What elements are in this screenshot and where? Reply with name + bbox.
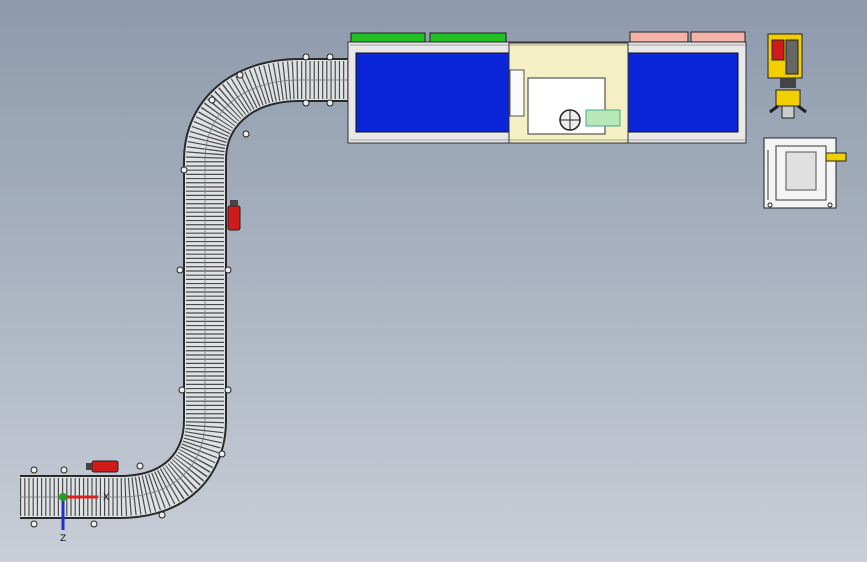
- green-tag: [429, 32, 507, 43]
- workstation-icon[interactable]: [763, 137, 847, 209]
- chamber-left: [355, 52, 510, 133]
- green-tag: [350, 32, 426, 43]
- cad-viewport[interactable]: X Z: [0, 0, 867, 562]
- x-axis-label: X: [103, 493, 109, 503]
- pink-tag: [690, 31, 746, 43]
- conveyor-bed: [20, 60, 355, 517]
- green-gate: [585, 109, 621, 127]
- process-chamber-icon[interactable]: [347, 31, 747, 144]
- chamber-right: [627, 52, 739, 133]
- motor-icon: [86, 460, 119, 473]
- roller-conveyor[interactable]: [20, 53, 356, 528]
- z-axis-label: Z: [60, 534, 66, 544]
- robot-arm-icon[interactable]: [767, 33, 807, 119]
- pink-tag: [629, 31, 689, 43]
- motor-icon: [227, 200, 241, 231]
